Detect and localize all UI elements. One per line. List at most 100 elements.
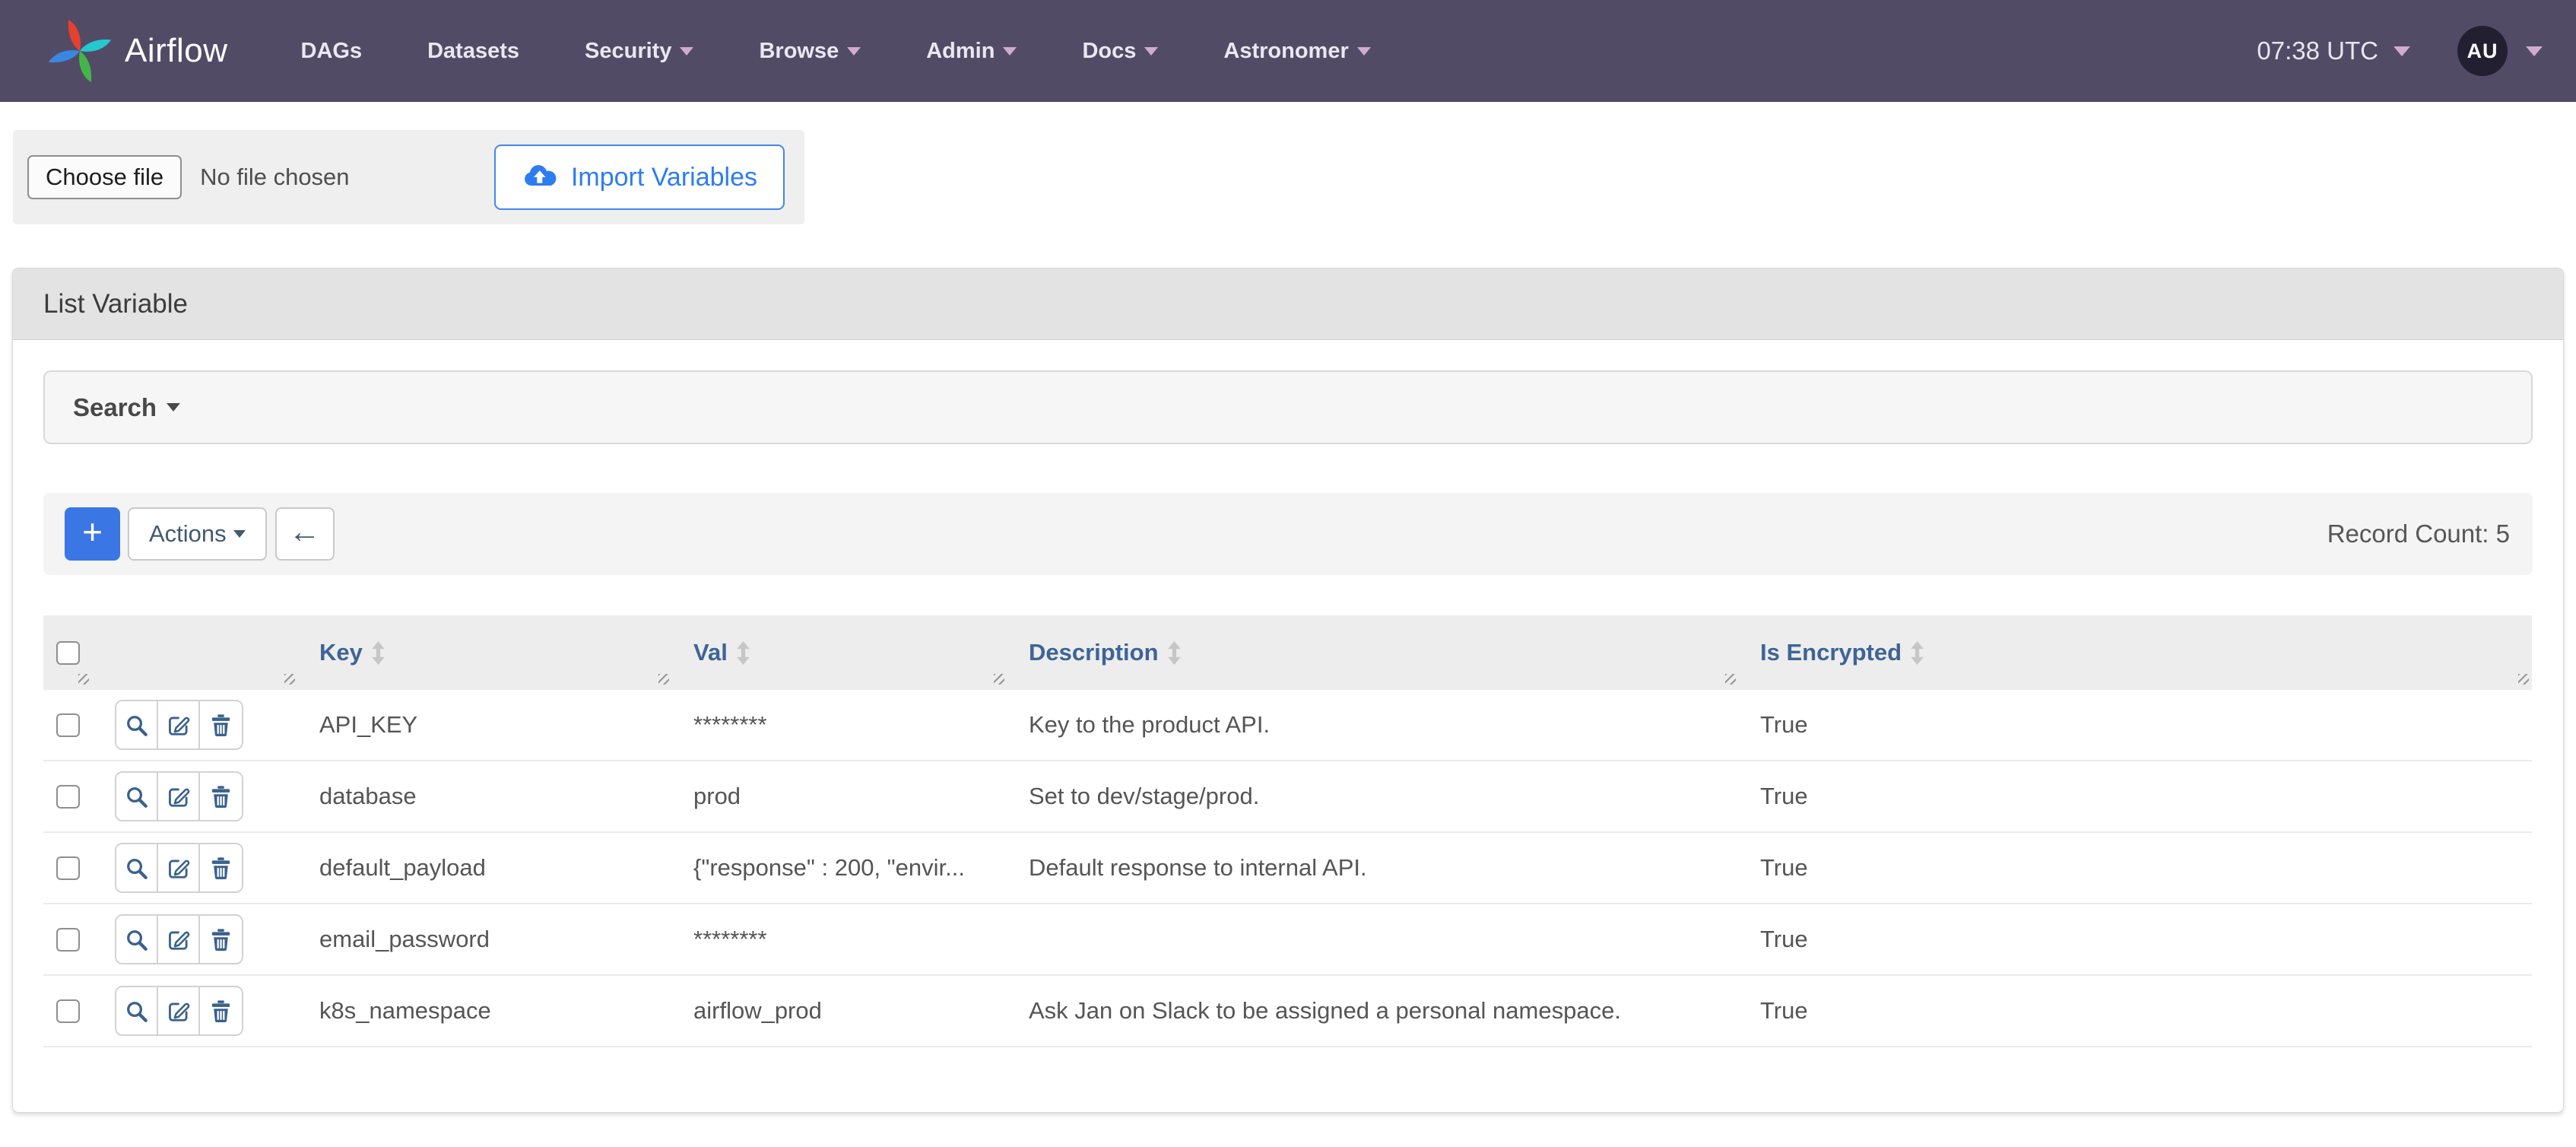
cell-is-encrypted: True [1739, 711, 2532, 739]
cell-val: ******** [672, 926, 1007, 953]
edit-record-button[interactable] [158, 844, 200, 891]
caret-down-icon [233, 530, 246, 538]
actions-dropdown-button[interactable]: Actions [128, 507, 267, 561]
delete-record-button[interactable] [200, 916, 242, 963]
page-title: List Variable [43, 289, 188, 319]
select-all-checkbox[interactable] [56, 641, 80, 665]
row-checkbox[interactable] [56, 856, 80, 880]
cell-key: email_password [298, 926, 672, 953]
cell-select [43, 928, 92, 952]
nav-item-admin[interactable]: Admin [926, 39, 1017, 64]
trash-icon [209, 713, 233, 737]
nav-menu: DAGs Datasets Security Browse Admin Docs… [301, 39, 1371, 64]
row-action-group [115, 986, 243, 1036]
cell-select [43, 713, 92, 737]
edit-record-button[interactable] [158, 773, 200, 820]
row-checkbox[interactable] [56, 928, 80, 952]
nav-item-astronomer[interactable]: Astronomer [1223, 39, 1370, 64]
view-record-button[interactable] [116, 844, 158, 891]
edit-record-button[interactable] [158, 916, 200, 963]
caret-down-icon [167, 403, 180, 411]
trash-icon [209, 999, 233, 1023]
user-avatar[interactable]: AU [2457, 26, 2508, 76]
edit-record-button[interactable] [158, 987, 200, 1034]
brand-home-link[interactable]: Airflow [44, 15, 228, 87]
sort-icon [1167, 641, 1182, 665]
view-record-button[interactable] [116, 987, 158, 1034]
cell-key: API_KEY [298, 711, 672, 739]
user-menu-caret-icon[interactable] [2526, 46, 2543, 56]
cell-select [43, 785, 92, 809]
table-row: database prod Set to dev/stage/prod. Tru… [43, 761, 2532, 833]
edit-icon [167, 713, 190, 737]
sort-icon [371, 641, 385, 665]
view-record-button[interactable] [116, 701, 158, 748]
table-row: API_KEY ******** Key to the product API.… [43, 690, 2532, 761]
variables-table: Key Val Description [43, 615, 2532, 1047]
magnifier-icon [125, 785, 148, 809]
magnifier-icon [125, 999, 148, 1023]
edit-icon [167, 928, 190, 952]
delete-record-button[interactable] [200, 844, 242, 891]
cell-description: Default response to internal API. [1007, 854, 1739, 882]
column-resize-handle[interactable] [78, 674, 89, 685]
column-resize-handle[interactable] [2518, 674, 2529, 685]
row-action-group [115, 700, 243, 750]
column-resize-handle[interactable] [658, 674, 669, 685]
cell-select [43, 856, 92, 880]
header-cell-description[interactable]: Description [1007, 615, 1739, 690]
nav-item-browse[interactable]: Browse [759, 39, 861, 64]
table-row: email_password ******** True [43, 904, 2532, 976]
row-checkbox[interactable] [56, 785, 80, 809]
row-checkbox[interactable] [56, 713, 80, 737]
back-button[interactable]: ← [275, 507, 335, 561]
delete-record-button[interactable] [200, 987, 242, 1034]
timezone-selector[interactable]: 07:38 UTC [2257, 37, 2410, 65]
row-action-group [115, 771, 243, 821]
table-body: API_KEY ******** Key to the product API.… [43, 690, 2532, 1047]
cell-actions [92, 843, 298, 893]
nav-item-docs[interactable]: Docs [1082, 39, 1158, 64]
row-action-group [115, 843, 243, 893]
column-resize-handle[interactable] [284, 674, 295, 685]
app-root: Airflow DAGs Datasets Security Browse Ad… [0, 0, 2576, 1113]
view-record-button[interactable] [116, 916, 158, 963]
airflow-logo-icon [44, 15, 116, 87]
cell-is-encrypted: True [1739, 997, 2532, 1025]
brand-name: Airflow [125, 32, 228, 70]
cell-description: Set to dev/stage/prod. [1007, 783, 1739, 810]
navbar-right: 07:38 UTC AU [2257, 26, 2543, 76]
add-record-button[interactable]: + [65, 507, 120, 561]
search-dropdown[interactable]: Search [43, 370, 2533, 444]
delete-record-button[interactable] [200, 773, 242, 820]
choose-file-button[interactable]: Choose file [27, 155, 182, 199]
nav-item-security[interactable]: Security [585, 39, 693, 64]
row-checkbox[interactable] [56, 999, 80, 1023]
edit-record-button[interactable] [158, 701, 200, 748]
header-cell-is-encrypted[interactable]: Is Encrypted [1739, 615, 2532, 690]
view-record-button[interactable] [116, 773, 158, 820]
toolbar: + Actions ← Record Count: 5 [43, 493, 2533, 575]
row-action-group [115, 914, 243, 964]
cell-description: Ask Jan on Slack to be assigned a person… [1007, 997, 1739, 1025]
header-cell-key[interactable]: Key [298, 615, 672, 690]
file-status-text: No file chosen [200, 164, 349, 191]
panel-body: Search + Actions ← Record Count: 5 [13, 340, 2563, 1112]
cell-key: default_payload [298, 854, 672, 882]
header-cell-actions [92, 615, 298, 690]
column-resize-handle[interactable] [994, 674, 1004, 685]
nav-item-dags[interactable]: DAGs [301, 39, 363, 64]
cell-val: prod [672, 783, 1007, 810]
record-count: Record Count: 5 [2327, 519, 2511, 548]
cloud-upload-icon [522, 164, 558, 191]
cell-key: k8s_namespace [298, 997, 672, 1025]
cell-val: airflow_prod [672, 997, 1007, 1025]
nav-item-datasets[interactable]: Datasets [427, 39, 519, 64]
import-variables-button[interactable]: Import Variables [494, 145, 785, 210]
delete-record-button[interactable] [200, 701, 242, 748]
magnifier-icon [125, 856, 148, 880]
header-cell-val[interactable]: Val [672, 615, 1007, 690]
navbar: Airflow DAGs Datasets Security Browse Ad… [0, 0, 2576, 102]
caret-down-icon [680, 47, 693, 56]
column-resize-handle[interactable] [1725, 674, 1736, 685]
